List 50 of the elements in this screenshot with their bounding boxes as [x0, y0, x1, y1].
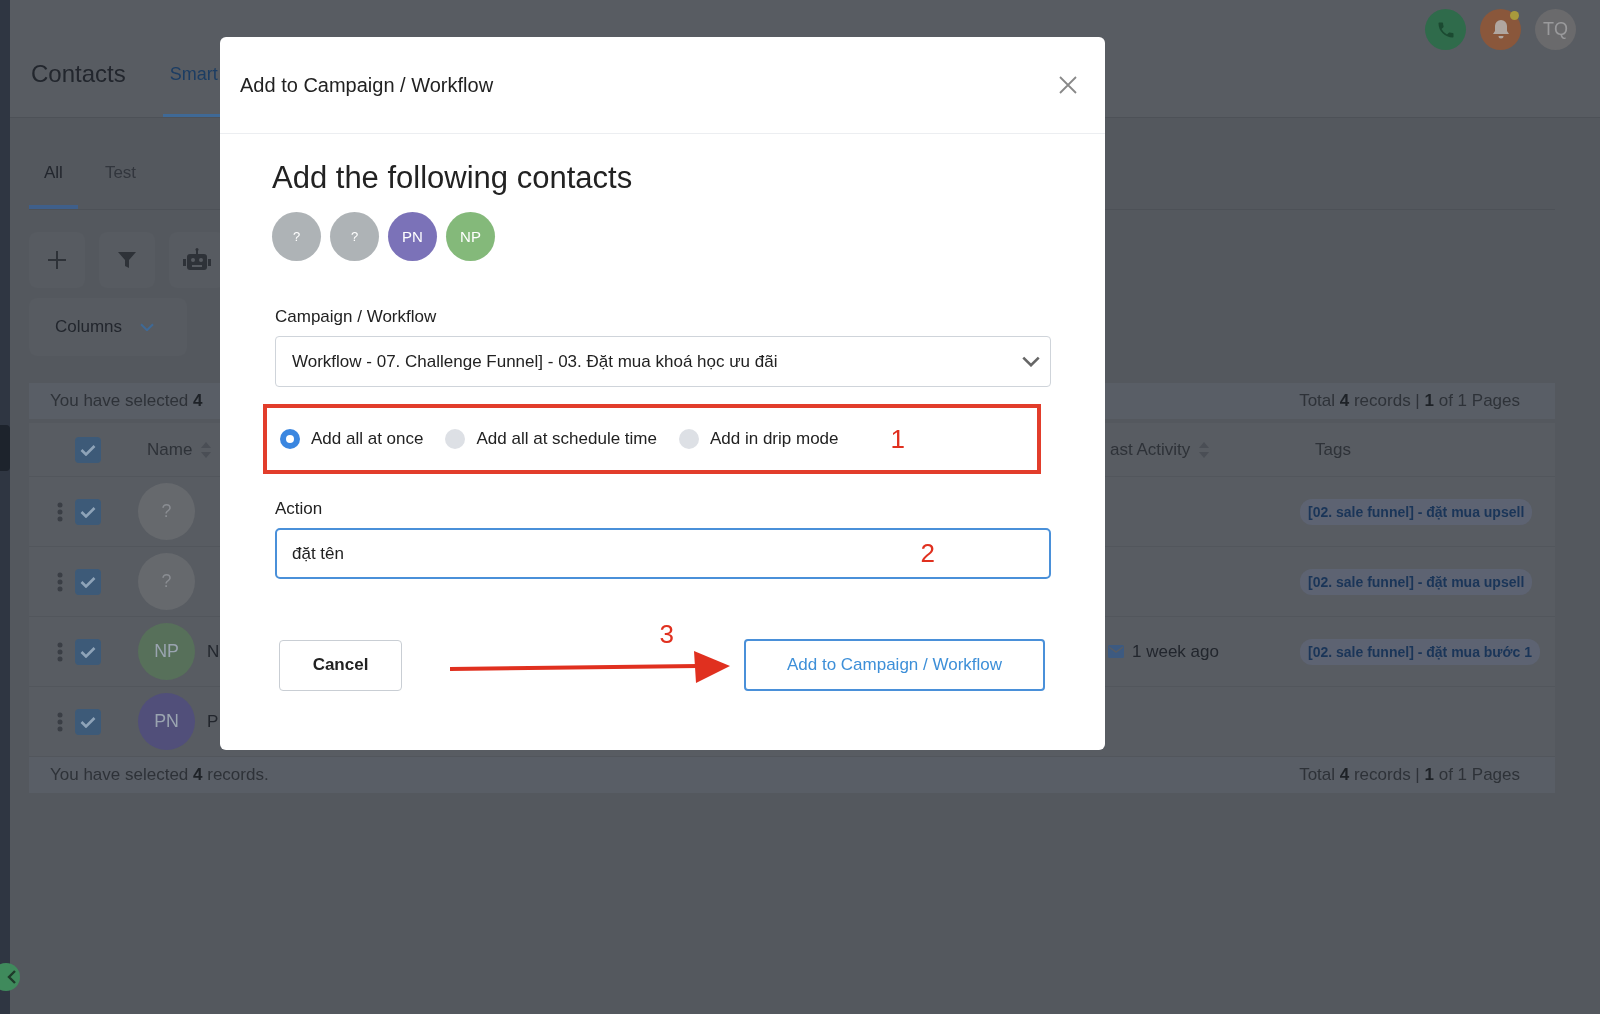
submit-button[interactable]: Add to Campaign / Workflow — [744, 639, 1045, 691]
contact-avatar: PN — [388, 212, 437, 261]
more-icon[interactable] — [57, 641, 63, 662]
contact-avatar: PN — [138, 693, 195, 750]
chevron-down-icon — [140, 322, 155, 332]
more-icon[interactable] — [57, 501, 63, 522]
tag-chip[interactable]: [02. sale funnel] - đặt mua upsell — [1300, 568, 1533, 595]
row-checkbox[interactable] — [75, 498, 101, 525]
field-label: Campaign / Workflow — [275, 307, 438, 327]
annotation-number: 2 — [920, 538, 935, 569]
check-icon — [80, 575, 96, 588]
row-checkbox[interactable] — [75, 568, 101, 595]
contact-avatar: ? — [138, 553, 195, 610]
contact-avatar: NP — [446, 212, 495, 261]
row-checkbox[interactable] — [75, 708, 101, 735]
annotation-number: 1 — [890, 423, 905, 455]
chevron-down-icon — [1022, 356, 1040, 367]
select-all-checkbox[interactable] — [75, 436, 101, 463]
contact-avatar: ? — [272, 212, 321, 261]
mode-radio[interactable]: Add in drip mode — [678, 429, 839, 449]
campaign-select[interactable]: Workflow - 07. Challenge Funnel] - 03. Đặt mua khoá học ưu đãi — [275, 336, 1051, 387]
mode-radio[interactable]: Add all at schedule time — [445, 429, 657, 449]
phone-button[interactable] — [1425, 9, 1466, 50]
mail-icon — [1108, 645, 1124, 658]
more-icon[interactable] — [57, 711, 63, 732]
robot-icon — [183, 248, 211, 272]
filter-icon — [117, 250, 137, 270]
annotation-number: 3 — [659, 618, 674, 650]
check-icon — [80, 443, 96, 456]
plus-icon — [46, 249, 68, 271]
contact-avatar: NP — [138, 623, 195, 680]
more-icon[interactable] — [57, 571, 63, 592]
sidebar-handle[interactable] — [0, 425, 10, 471]
check-icon — [80, 715, 96, 728]
tag-chip[interactable]: [02. sale funnel] - đặt mua upsell — [1300, 498, 1533, 525]
field-label: Action — [275, 499, 324, 519]
tag-chip[interactable]: [02. sale funnel] - đặt mua bước 1 — [1300, 638, 1540, 665]
bell-icon — [1490, 18, 1511, 41]
row-checkbox[interactable] — [75, 638, 101, 665]
chevron-left-icon — [7, 970, 17, 984]
cancel-button[interactable]: Cancel — [279, 639, 402, 691]
dialog-title: Add to Campaign / Workflow — [240, 73, 494, 97]
contact-avatar: ? — [138, 483, 195, 540]
check-icon — [80, 505, 96, 518]
mode-radio[interactable]: Add all at once — [280, 429, 424, 449]
dialog-heading: Add the following contacts — [272, 160, 634, 196]
check-icon — [80, 645, 96, 658]
collapse-button[interactable] — [0, 963, 20, 991]
notifications-button[interactable] — [1480, 9, 1521, 50]
contact-avatar: ? — [330, 212, 379, 261]
